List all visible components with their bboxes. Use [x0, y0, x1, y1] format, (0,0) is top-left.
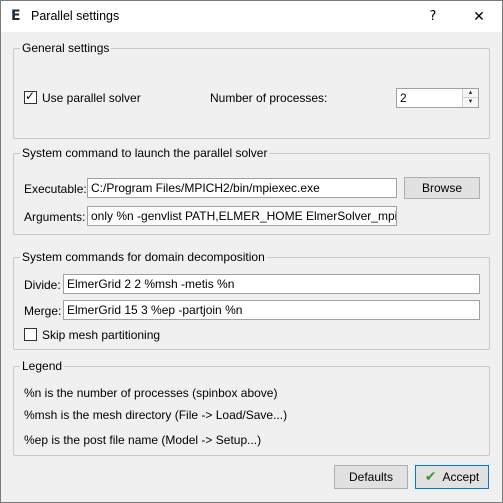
elmer-app-icon: E — [11, 8, 21, 24]
spin-down-icon[interactable]: ▼ — [463, 98, 478, 107]
spinbox-arrows: ▲ ▼ — [462, 89, 478, 107]
arguments-label: Arguments: — [24, 210, 86, 224]
executable-field[interactable]: C:/Program Files/MPICH2/bin/mpiexec.exe — [87, 178, 397, 198]
help-button[interactable]: ? — [410, 1, 456, 32]
title-bar: E Parallel settings ? ✕ — [1, 1, 502, 32]
divide-field[interactable]: ElmerGrid 2 2 %msh -metis %n — [63, 274, 480, 294]
merge-field[interactable]: ElmerGrid 15 3 %ep -partjoin %n — [63, 300, 480, 320]
processes-spinbox[interactable]: 2 ▲ ▼ — [396, 88, 479, 108]
help-icon: ? — [429, 9, 437, 24]
accept-button[interactable]: ✔ Accept — [415, 465, 489, 489]
divide-label: Divide: — [24, 278, 61, 292]
checkmark-icon: ✔ — [424, 469, 437, 485]
launch-command-title: System command to launch the parallel so… — [20, 146, 270, 160]
window-title: Parallel settings — [31, 9, 120, 23]
spin-up-icon[interactable]: ▲ — [463, 89, 478, 98]
parallel-settings-dialog: E Parallel settings ? ✕ General settings… — [0, 0, 503, 503]
merge-label: Merge: — [24, 304, 62, 318]
processes-value: 2 — [400, 91, 407, 105]
use-parallel-solver-label: Use parallel solver — [42, 91, 141, 105]
close-icon: ✕ — [473, 8, 485, 24]
defaults-button[interactable]: Defaults — [334, 465, 408, 489]
legend-title: Legend — [20, 359, 65, 373]
domain-decomposition-title: System commands for domain decomposition — [20, 250, 267, 264]
processes-label: Number of processes: — [210, 91, 328, 105]
accept-button-label: Accept — [442, 470, 480, 484]
arguments-field[interactable]: only %n -genvlist PATH,ELMER_HOME ElmerS… — [87, 206, 397, 226]
close-button[interactable]: ✕ — [456, 1, 502, 32]
browse-button[interactable]: Browse — [404, 177, 480, 199]
legend-line: %ep is the post file name (Model -> Setu… — [24, 433, 262, 447]
legend-line: %n is the number of processes (spinbox a… — [24, 386, 278, 400]
skip-mesh-partitioning-checkbox[interactable] — [24, 328, 37, 341]
use-parallel-solver-checkbox[interactable]: ✓ — [24, 89, 37, 104]
executable-label: Executable: — [24, 182, 87, 196]
skip-mesh-partitioning-label: Skip mesh partitioning — [42, 328, 161, 342]
legend-line: %msh is the mesh directory (File -> Load… — [24, 408, 288, 422]
checkmark-icon: ✓ — [25, 89, 36, 103]
general-settings-title: General settings — [20, 41, 112, 55]
